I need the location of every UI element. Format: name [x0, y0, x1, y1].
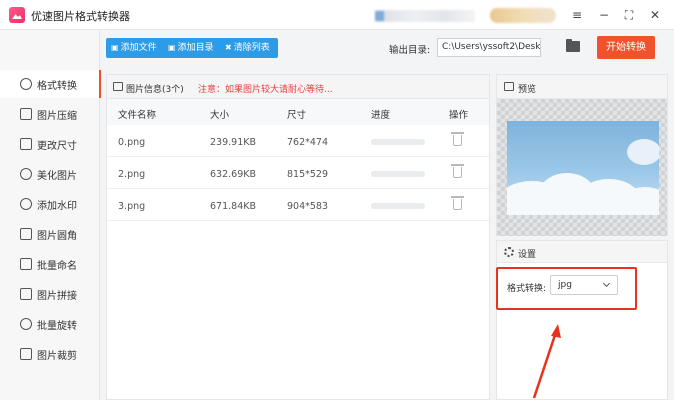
progress-bar — [371, 139, 425, 145]
app-icon — [9, 7, 25, 23]
preview-title: 预览 — [518, 85, 537, 95]
add-file-label: 添加文件 — [120, 43, 157, 53]
sidebar-item-label: 格式转换 — [37, 81, 77, 92]
rotate-icon — [20, 318, 32, 330]
file-name: 0.png — [118, 137, 146, 148]
sidebar-item-label: 批量旋转 — [37, 321, 77, 332]
add-file-icon: ▣ — [111, 43, 119, 52]
close-icon[interactable]: ✕ — [645, 5, 665, 25]
preview-header: 预览 — [497, 75, 667, 99]
start-convert-button[interactable]: 开始转换 — [597, 36, 655, 59]
trash-icon[interactable] — [451, 132, 464, 146]
format-value: jpg — [558, 280, 572, 290]
sidebar-item-label: 图片压缩 — [37, 111, 77, 122]
sidebar-item-watermark[interactable]: 添加水印 — [0, 190, 100, 218]
rename-icon — [20, 258, 32, 270]
column-header-size: 大小 — [210, 110, 230, 121]
chevron-down-icon — [602, 279, 611, 288]
sidebar-item-format-convert[interactable]: 格式转换 — [0, 70, 101, 98]
column-header-name: 文件名称 — [118, 110, 157, 121]
progress-bar — [371, 171, 425, 177]
blurred-user-info — [375, 10, 475, 22]
resize-icon — [20, 138, 32, 150]
column-header-action: 操作 — [449, 110, 469, 121]
gear-icon — [504, 247, 514, 257]
preview-area — [497, 99, 667, 236]
clear-list-icon: ✖ — [225, 43, 232, 52]
column-header-dims: 尺寸 — [287, 110, 307, 121]
watermark-icon — [20, 198, 32, 210]
round-corner-icon — [20, 228, 32, 240]
table-header: 文件名称 大小 尺寸 进度 操作 — [107, 99, 489, 125]
sidebar-item-beautify[interactable]: 美化图片 — [0, 160, 100, 188]
file-toolbar: ▣ 添加文件 ▣ 添加目录 ✖ 清除列表 — [106, 38, 278, 58]
file-list-panel: 图片信息 (3个) 注意：如果图片较大请耐心等待... 文件名称 大小 尺寸 进… — [106, 74, 490, 400]
sidebar: 格式转换 图片压缩 更改尺寸 美化图片 添加水印 图片圆角 批量命名 图片拼接 … — [0, 30, 101, 400]
file-size: 239.91KB — [210, 137, 256, 148]
format-select[interactable]: jpg — [550, 275, 618, 295]
progress-bar — [371, 203, 425, 209]
table-row[interactable]: 0.png 239.91KB 762*474 — [107, 126, 489, 157]
settings-title: 设置 — [518, 250, 537, 260]
sidebar-item-label: 美化图片 — [37, 171, 77, 182]
sidebar-item-round-corner[interactable]: 图片圆角 — [0, 220, 100, 248]
format-label: 格式转换: — [507, 284, 547, 294]
convert-icon — [20, 78, 32, 90]
clear-list-button[interactable]: ✖ 清除列表 — [225, 38, 270, 58]
minimize-icon[interactable]: − — [594, 5, 614, 25]
preview-panel: 预览 — [496, 74, 668, 236]
maximize-icon[interactable]: ⛶ — [619, 5, 639, 25]
clear-list-label: 清除列表 — [233, 43, 270, 53]
beautify-icon — [20, 168, 32, 180]
table-row[interactable]: 2.png 632.69KB 815*529 — [107, 158, 489, 189]
stitch-icon — [20, 288, 32, 300]
sidebar-item-label: 图片拼接 — [37, 291, 77, 302]
folder-icon[interactable] — [566, 39, 580, 52]
file-size: 671.84KB — [210, 201, 256, 212]
sidebar-item-rename[interactable]: 批量命名 — [0, 250, 100, 278]
file-dims: 904*583 — [287, 201, 329, 212]
sidebar-item-crop[interactable]: 图片裁剪 — [0, 340, 100, 368]
menu-icon[interactable]: ≡ — [567, 5, 587, 25]
file-size: 632.69KB — [210, 169, 256, 180]
file-note: 注意：如果图片较大请耐心等待... — [198, 85, 333, 95]
settings-panel: 设置 格式转换: jpg — [496, 240, 668, 400]
compress-icon — [20, 108, 32, 120]
file-dims: 762*474 — [287, 137, 329, 148]
trash-icon[interactable] — [451, 196, 464, 210]
table-row[interactable]: 3.png 671.84KB 904*583 — [107, 190, 489, 221]
settings-header: 设置 — [497, 241, 667, 263]
sidebar-item-resize[interactable]: 更改尺寸 — [0, 130, 100, 158]
add-folder-label: 添加目录 — [177, 43, 214, 53]
app-title: 优速图片格式转换器 — [31, 10, 130, 23]
output-dir-label: 输出目录: — [389, 45, 431, 56]
preview-image — [507, 121, 659, 215]
sidebar-item-compress[interactable]: 图片压缩 — [0, 100, 100, 128]
sidebar-item-label: 批量命名 — [37, 261, 77, 272]
file-info-bar: 图片信息 (3个) 注意：如果图片较大请耐心等待... — [107, 75, 489, 99]
sidebar-item-rotate[interactable]: 批量旋转 — [0, 310, 100, 338]
sidebar-item-label: 图片裁剪 — [37, 351, 77, 362]
add-folder-button[interactable]: ▣ 添加目录 — [168, 38, 214, 58]
preview-icon — [504, 82, 514, 91]
sidebar-item-label: 图片圆角 — [37, 231, 77, 242]
title-bar: 优速图片格式转换器 ≡ − ⛶ ✕ — [0, 0, 674, 30]
file-count: (3个) — [162, 85, 184, 95]
file-dims: 815*529 — [287, 169, 329, 180]
sidebar-item-stitch[interactable]: 图片拼接 — [0, 280, 100, 308]
blurred-vip-badge — [490, 8, 556, 23]
trash-icon[interactable] — [451, 164, 464, 178]
file-name: 3.png — [118, 201, 146, 212]
column-header-progress: 进度 — [371, 110, 391, 121]
image-icon — [113, 82, 123, 91]
output-dir-input[interactable]: C:\Users\yssoft2\Deskt — [437, 38, 541, 57]
crop-icon — [20, 348, 32, 360]
sidebar-item-label: 添加水印 — [37, 201, 77, 212]
sidebar-item-label: 更改尺寸 — [37, 141, 77, 152]
file-name: 2.png — [118, 169, 146, 180]
add-folder-icon: ▣ — [168, 43, 176, 52]
file-info-title: 图片信息 — [126, 85, 163, 95]
add-file-button[interactable]: ▣ 添加文件 — [111, 38, 157, 58]
